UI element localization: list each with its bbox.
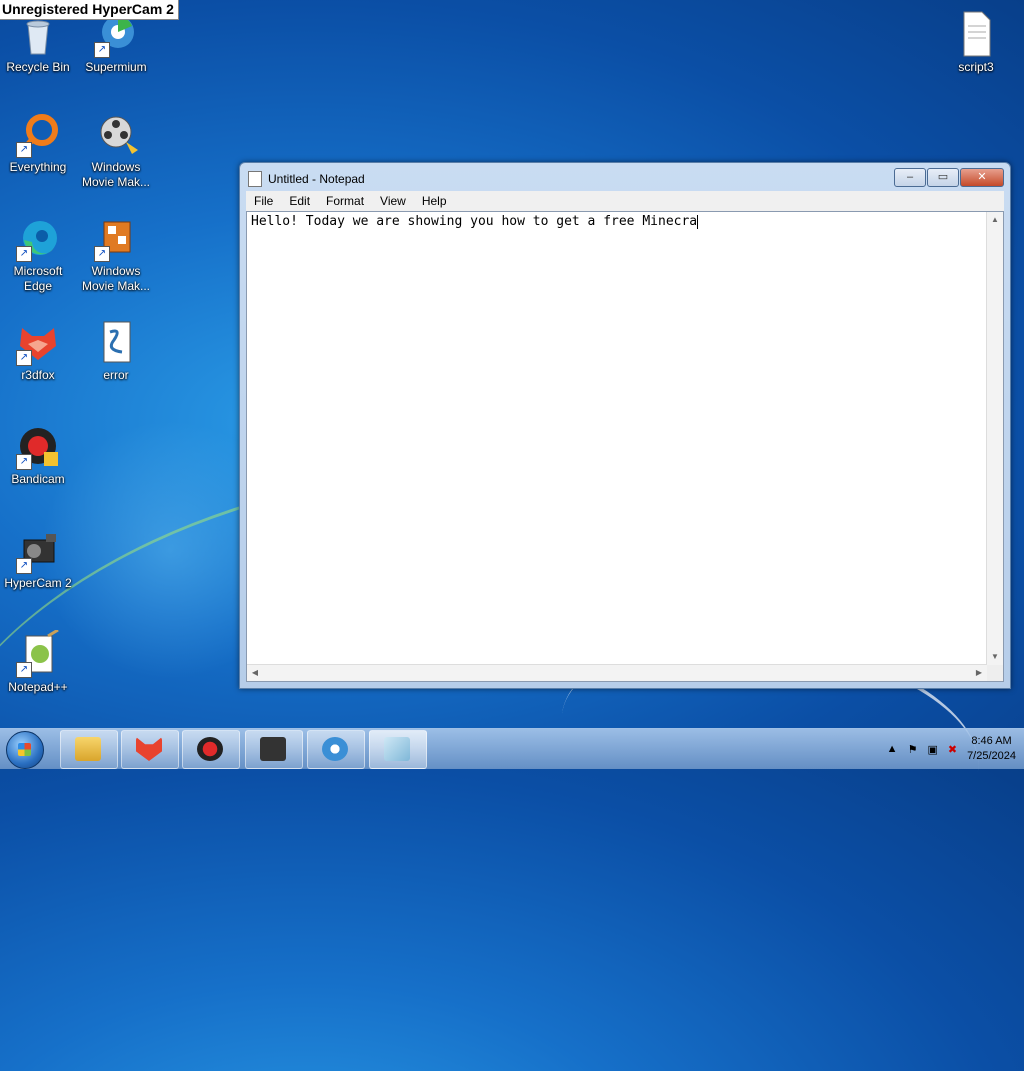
show-hidden-icon[interactable]: ▲ (887, 743, 898, 755)
scroll-up-icon[interactable]: ▲ (987, 212, 1003, 228)
volume-muted-icon[interactable]: ✖ (948, 743, 957, 756)
r3dfox-icon: ↗ (14, 318, 62, 366)
movie-maker-icon: ↗ (92, 214, 140, 262)
window-title: Untitled - Notepad (268, 172, 365, 186)
menu-view[interactable]: View (372, 194, 414, 208)
notepadpp-icon: ↗ (14, 628, 62, 678)
explorer-icon (75, 737, 101, 761)
edge-icon: ↗ (14, 214, 62, 262)
desktop-icon-everything[interactable]: ↗ Everything (0, 110, 76, 175)
desktop-icon-label: Bandicam (11, 472, 65, 486)
vertical-scrollbar[interactable]: ▲ ▼ (986, 212, 1003, 665)
shortcut-arrow-icon: ↗ (16, 142, 32, 158)
menu-help[interactable]: Help (414, 194, 455, 208)
scrollbar-corner (987, 665, 1003, 681)
taskbar-notepad[interactable] (369, 730, 427, 769)
maximize-button[interactable]: ▭ (927, 168, 959, 187)
desktop-icon-label: Windows Movie Mak... (81, 264, 150, 293)
editor-text: Hello! Today we are showing you how to g… (251, 214, 698, 229)
shortcut-arrow-icon: ↗ (94, 42, 110, 58)
system-tray: ▲ ⚑ ▣ ✖ 8:46 AM 7/25/2024 (887, 731, 1016, 767)
window-titlebar[interactable]: Untitled - Notepad (248, 169, 365, 189)
desktop-icon-label: error (103, 368, 129, 382)
desktop-icon-label: Notepad++ (8, 680, 68, 694)
scroll-down-icon[interactable]: ▼ (987, 649, 1003, 665)
desktop-icon-bandicam[interactable]: ↗ Bandicam (0, 422, 76, 487)
hypercam-watermark: Unregistered HyperCam 2 (0, 0, 179, 20)
desktop-icon-hypercam[interactable]: ↗ HyperCam 2 (0, 526, 76, 591)
flag-icon[interactable]: ⚑ (908, 743, 918, 756)
desktop-icon-notepadpp[interactable]: ↗ Notepad++ (0, 628, 76, 695)
text-file-icon (952, 10, 1000, 58)
menu-format[interactable]: Format (318, 194, 372, 208)
bandicam-icon: ↗ (14, 422, 62, 470)
network-icon[interactable]: ▣ (927, 743, 937, 756)
scroll-right-icon[interactable]: ▶ (971, 665, 987, 681)
clock[interactable]: 8:46 AM 7/25/2024 (967, 734, 1016, 764)
desktop-icon-label: r3dfox (21, 368, 55, 382)
taskbar-supermium[interactable] (307, 730, 365, 769)
horizontal-scrollbar[interactable]: ◀ ▶ (247, 664, 987, 681)
taskbar: ▲ ⚑ ▣ ✖ 8:46 AM 7/25/2024 (0, 728, 1024, 769)
notepad-icon (248, 171, 262, 187)
shortcut-arrow-icon: ↗ (16, 246, 32, 262)
close-button[interactable]: ✕ (960, 168, 1004, 187)
taskbar-r3dfox[interactable] (121, 730, 179, 769)
desktop-icon-label: Microsoft Edge (13, 264, 63, 293)
r3dfox-icon (136, 737, 162, 761)
notepad-window[interactable]: Untitled - Notepad – ▭ ✕ File Edit Forma… (239, 162, 1011, 689)
taskbar-explorer[interactable] (60, 730, 118, 769)
notepad-icon (384, 737, 410, 761)
shortcut-arrow-icon: ↗ (16, 350, 32, 366)
shortcut-arrow-icon: ↗ (94, 246, 110, 262)
menu-edit[interactable]: Edit (281, 194, 318, 208)
shortcut-arrow-icon: ↗ (16, 662, 32, 678)
desktop-icon-label: HyperCam 2 (4, 576, 72, 590)
desktop-icon-script3[interactable]: script3 (938, 10, 1014, 75)
desktop-icon-label: Supermium (85, 60, 147, 74)
desktop-icon-label: script3 (958, 60, 994, 74)
desktop-icon-label: Everything (9, 160, 67, 174)
supermium-icon (322, 737, 348, 761)
desktop-icon-edge[interactable]: ↗ Microsoft Edge (0, 214, 76, 294)
desktop-icon-label: Recycle Bin (6, 60, 70, 74)
editor-content[interactable]: Hello! Today we are showing you how to g… (251, 214, 699, 229)
bandicam-icon (197, 737, 223, 761)
taskbar-bandicam[interactable] (182, 730, 240, 769)
minimize-button[interactable]: – (894, 168, 926, 187)
desktop-icon-movie-maker-2[interactable]: ↗ Windows Movie Mak... (78, 214, 154, 294)
desktop-icon-r3dfox[interactable]: ↗ r3dfox (0, 318, 76, 383)
start-button[interactable] (6, 731, 44, 769)
menu-bar: File Edit Format View Help (246, 191, 1004, 211)
scroll-left-icon[interactable]: ◀ (247, 665, 263, 681)
hypercam-icon (260, 737, 286, 761)
shortcut-arrow-icon: ↗ (16, 454, 32, 470)
window-controls: – ▭ ✕ (894, 168, 1004, 187)
clock-date: 7/25/2024 (967, 750, 1016, 762)
movie-maker-icon (92, 110, 140, 158)
clock-time: 8:46 AM (971, 735, 1012, 747)
taskbar-hypercam[interactable] (245, 730, 303, 769)
desktop-icon-movie-maker-1[interactable]: Windows Movie Mak... (78, 110, 154, 190)
desktop-icon-label: Windows Movie Mak... (81, 160, 150, 189)
script-file-icon (92, 318, 140, 366)
everything-icon: ↗ (14, 110, 62, 158)
text-caret (697, 214, 699, 229)
desktop-icon-error[interactable]: error (78, 318, 154, 383)
menu-file[interactable]: File (246, 194, 281, 208)
text-editor[interactable]: Hello! Today we are showing you how to g… (246, 211, 1004, 682)
shortcut-arrow-icon: ↗ (16, 558, 32, 574)
hypercam-icon: ↗ (14, 526, 62, 574)
